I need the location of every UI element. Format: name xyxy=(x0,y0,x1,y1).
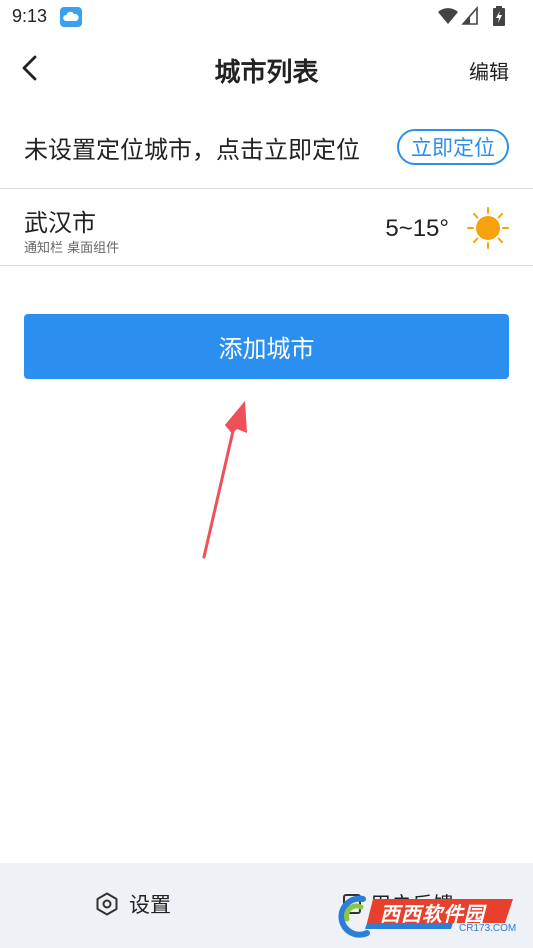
status-bar: 9:13 xyxy=(0,0,533,36)
divider xyxy=(0,265,533,266)
settings-label: 设置 xyxy=(129,893,171,917)
wifi-icon xyxy=(438,8,458,24)
locate-now-button[interactable]: 立即定位 xyxy=(397,129,509,165)
hexagon-gear-icon xyxy=(96,892,118,916)
sun-icon xyxy=(467,207,509,249)
page-title: 城市列表 xyxy=(214,58,319,88)
cloud-icon xyxy=(60,7,82,27)
city-list-item[interactable]: 武汉市 通知栏 桌面组件 5~15° xyxy=(0,189,533,265)
nav-bar: 城市列表 编辑 xyxy=(0,36,533,102)
watermark-sub-text: CR173.COM xyxy=(459,923,517,934)
edit-button[interactable]: 编辑 xyxy=(469,56,509,85)
locate-hint-text: 未设置定位城市，点击立即定位 xyxy=(24,136,360,164)
annotation-arrow-icon xyxy=(202,401,247,559)
city-name: 武汉市 xyxy=(24,209,96,237)
settings-button[interactable]: 设置 xyxy=(95,889,171,919)
signal-icon xyxy=(461,6,478,25)
city-temperature: 5~15° xyxy=(385,215,449,242)
add-city-button[interactable]: 添加城市 xyxy=(24,314,509,379)
locate-row: 未设置定位城市，点击立即定位 立即定位 xyxy=(0,102,533,188)
battery-icon xyxy=(493,6,505,26)
city-tags: 通知栏 桌面组件 xyxy=(24,241,120,256)
watermark-logo: 西西软件园 CR173.COM xyxy=(333,893,517,941)
status-time: 9:13 xyxy=(12,6,48,26)
